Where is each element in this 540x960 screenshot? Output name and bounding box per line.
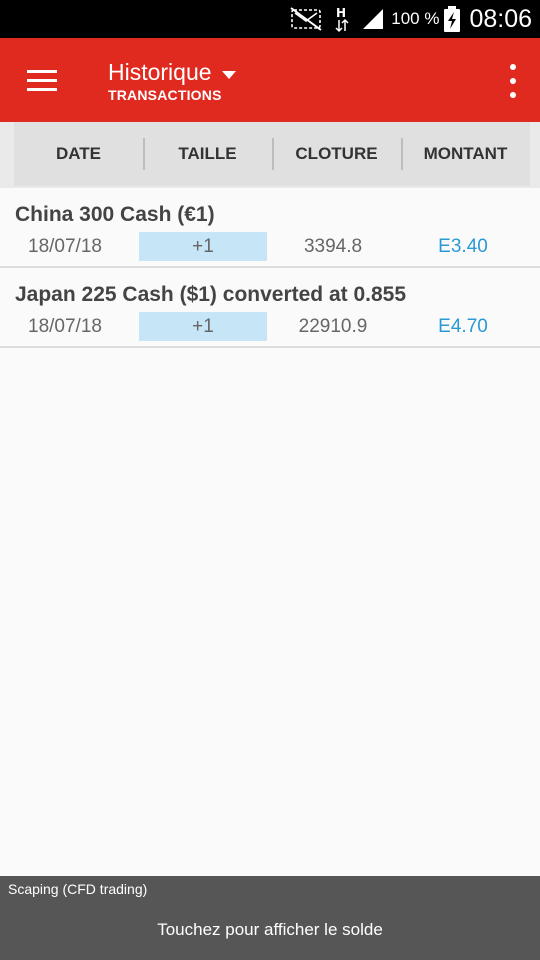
dropdown-caret-icon <box>221 71 236 79</box>
battery-percent: 100 % <box>391 9 440 28</box>
page-title: Historique <box>108 59 212 85</box>
page-subtitle: TRANSACTIONS <box>108 87 222 103</box>
balance-footer[interactable]: Scaping (CFD trading) Touchez pour affic… <box>0 876 540 960</box>
title-dropdown[interactable]: Historique TRANSACTIONS <box>108 58 236 104</box>
overflow-menu-icon[interactable] <box>506 64 520 98</box>
column-date[interactable]: DATE <box>14 122 143 186</box>
status-bar: H 100 % 08:06 <box>0 0 540 38</box>
clock: 08:06 <box>469 4 532 33</box>
transaction-list: China 300 Cash (€1) 18/07/18 +1 3394.8 E… <box>0 188 540 348</box>
show-balance-button[interactable]: Touchez pour afficher le solde <box>0 920 540 940</box>
transaction-size: +1 <box>139 232 267 261</box>
mute-icon <box>290 7 322 31</box>
transaction-amount: E4.70 <box>438 316 488 337</box>
account-name: Scaping (CFD trading) <box>8 881 148 897</box>
column-header: DATE TAILLE CLOTURE MONTANT <box>0 122 540 188</box>
transaction-close: 3394.8 <box>303 236 363 257</box>
column-size[interactable]: TAILLE <box>143 122 272 186</box>
transaction-date: 18/07/18 <box>28 316 102 337</box>
transaction-amount: E3.40 <box>438 236 488 257</box>
app-bar: Historique TRANSACTIONS <box>0 38 540 122</box>
transaction-name: Japan 225 Cash ($1) converted at 0.855 <box>15 283 407 306</box>
transaction-row[interactable]: China 300 Cash (€1) 18/07/18 +1 3394.8 E… <box>0 188 540 268</box>
column-close[interactable]: CLOTURE <box>272 122 401 186</box>
battery-charging-icon <box>444 6 461 32</box>
transaction-date: 18/07/18 <box>28 236 102 257</box>
transaction-close: 22910.9 <box>298 316 368 337</box>
signal-icon <box>363 9 384 29</box>
h-network-icon: H <box>335 6 349 33</box>
transaction-row[interactable]: Japan 225 Cash ($1) converted at 0.855 1… <box>0 268 540 348</box>
network-type-label: H <box>336 6 346 20</box>
transaction-size: +1 <box>139 312 267 341</box>
menu-icon[interactable] <box>16 58 68 102</box>
column-amount[interactable]: MONTANT <box>401 122 530 186</box>
transaction-name: China 300 Cash (€1) <box>15 203 215 226</box>
